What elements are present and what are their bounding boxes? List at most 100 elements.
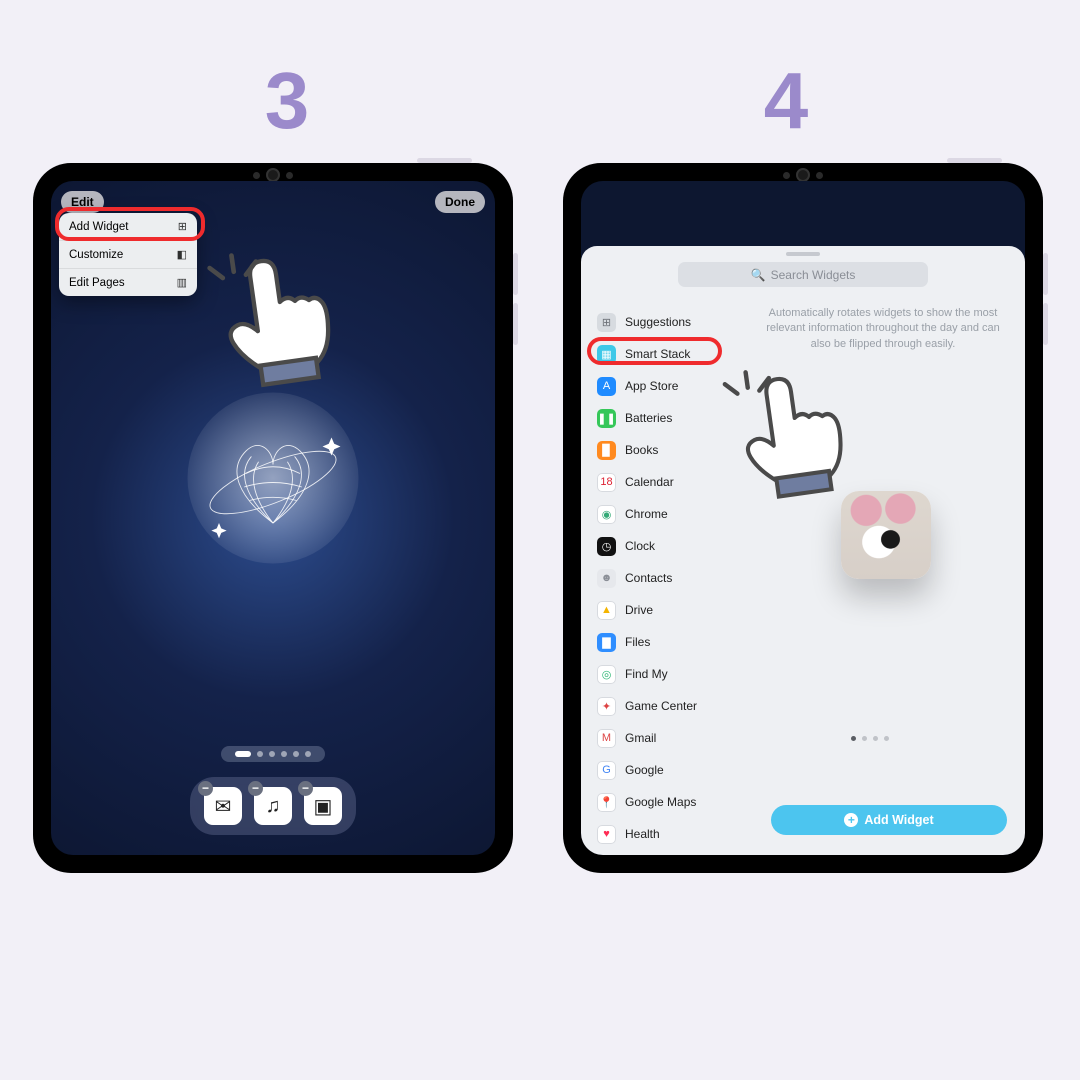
app-row-label: Suggestions — [625, 315, 691, 329]
gmail-icon: M — [597, 729, 616, 748]
files-icon: ▇ — [597, 633, 616, 652]
app-row-label: Find My — [625, 667, 668, 681]
power-button — [417, 158, 472, 163]
clock-icon: ◷ — [597, 537, 616, 556]
menu-edit-pages-label: Edit Pages — [69, 277, 125, 289]
google-maps-icon: 📍 — [597, 793, 616, 812]
app-row-suggestions[interactable]: ⊞ Suggestions — [593, 306, 753, 338]
wallpaper-heart-icon — [183, 388, 363, 568]
home-screen-edit-mode: Edit Done Add Widget ⊞ Customize ◧ Edit … — [51, 181, 495, 855]
app-row-contacts[interactable]: ☻ Contacts — [593, 562, 753, 594]
ipad-step-4: 🔍 Search Widgets Automatically rotates w… — [563, 163, 1043, 873]
app-row-google[interactable]: G Google — [593, 754, 753, 786]
menu-customize-label: Customize — [69, 249, 123, 261]
app-row-label: Smart Stack — [625, 347, 690, 361]
find-my-icon: ◎ — [597, 665, 616, 684]
dock-app-mail[interactable]: −✉ — [204, 787, 242, 825]
app-row-calendar[interactable]: 18 Calendar — [593, 466, 753, 498]
add-widget-button[interactable]: + Add Widget — [771, 805, 1007, 835]
widget-preview-image — [841, 491, 931, 579]
widget-sheet: 🔍 Search Widgets Automatically rotates w… — [581, 246, 1025, 855]
app-row-health[interactable]: ♥ Health — [593, 818, 753, 847]
camera-notch — [783, 168, 823, 182]
app-row-chrome[interactable]: ◉ Chrome — [593, 498, 753, 530]
app-row-label: Drive — [625, 603, 653, 617]
app-row-label: Chrome — [625, 507, 668, 521]
sheet-grabber[interactable] — [786, 252, 820, 256]
batteries-icon: ❚❚ — [597, 409, 616, 428]
app-row-find-my[interactable]: ◎ Find My — [593, 658, 753, 690]
menu-customize[interactable]: Customize ◧ — [59, 241, 197, 269]
app-row-drive[interactable]: ▲ Drive — [593, 594, 753, 626]
app-row-label: Contacts — [625, 571, 672, 585]
menu-edit-pages[interactable]: Edit Pages ▥ — [59, 269, 197, 296]
camera-notch — [253, 168, 293, 182]
edit-context-menu: Add Widget ⊞ Customize ◧ Edit Pages ▥ — [59, 213, 197, 296]
calendar-icon: 18 — [597, 473, 616, 492]
app-row-files[interactable]: ▇ Files — [593, 626, 753, 658]
drive-icon: ▲ — [597, 601, 616, 620]
search-widgets-input[interactable]: 🔍 Search Widgets — [678, 262, 928, 287]
books-icon: ▉ — [597, 441, 616, 460]
dock-app-music[interactable]: −♫ — [254, 787, 292, 825]
customize-icon: ◧ — [177, 248, 187, 261]
chrome-icon: ◉ — [597, 505, 616, 524]
app-row-label: Calendar — [625, 475, 674, 489]
add-widget-icon: ⊞ — [178, 220, 187, 233]
remove-badge-icon[interactable]: − — [298, 781, 313, 796]
widget-preview[interactable] — [841, 491, 931, 579]
step-number-3: 3 — [257, 55, 317, 147]
app-row-label: Files — [625, 635, 650, 649]
app-row-label: Batteries — [625, 411, 672, 425]
search-placeholder: Search Widgets — [771, 268, 856, 282]
page-indicator[interactable] — [221, 746, 325, 762]
widget-gallery-screen: 🔍 Search Widgets Automatically rotates w… — [581, 181, 1025, 855]
plus-icon: + — [844, 813, 858, 827]
app-row-label: Game Center — [625, 699, 697, 713]
app-row-label: App Store — [625, 379, 678, 393]
game-center-icon: ✦ — [597, 697, 616, 716]
app-row-label: Clock — [625, 539, 655, 553]
app-row-clock[interactable]: ◷ Clock — [593, 530, 753, 562]
tap-indicator-hand-icon — [202, 243, 350, 400]
add-widget-label: Add Widget — [864, 813, 933, 827]
volume-down-button — [1043, 303, 1048, 345]
step-number-4: 4 — [756, 55, 816, 147]
remove-badge-icon[interactable]: − — [248, 781, 263, 796]
smart-stack-description: Automatically rotates widgets to show th… — [759, 306, 1007, 352]
app-row-google-maps[interactable]: 📍 Google Maps — [593, 786, 753, 818]
contacts-icon: ☻ — [597, 569, 616, 588]
app-row-gmail[interactable]: M Gmail — [593, 722, 753, 754]
done-button[interactable]: Done — [435, 191, 485, 213]
app-row-label: Google Maps — [625, 795, 696, 809]
dock: −✉ −♫ −▣ — [190, 777, 356, 835]
dock-app-photos[interactable]: −▣ — [304, 787, 342, 825]
ipad-step-3: Edit Done Add Widget ⊞ Customize ◧ Edit … — [33, 163, 513, 873]
power-button — [947, 158, 1002, 163]
app-row-batteries[interactable]: ❚❚ Batteries — [593, 402, 753, 434]
app-row-books[interactable]: ▉ Books — [593, 434, 753, 466]
search-icon: 🔍 — [751, 268, 766, 282]
menu-add-widget[interactable]: Add Widget ⊞ — [59, 213, 197, 241]
volume-down-button — [513, 303, 518, 345]
app-row-label: Google — [625, 763, 664, 777]
google-icon: G — [597, 761, 616, 780]
widget-size-page-dots[interactable] — [851, 736, 889, 741]
volume-up-button — [1043, 253, 1048, 295]
app-row-smart-stack[interactable]: ▦ Smart Stack — [593, 338, 753, 370]
smart-stack-icon: ▦ — [597, 345, 616, 364]
app-store-icon: A — [597, 377, 616, 396]
volume-up-button — [513, 253, 518, 295]
suggestions-icon: ⊞ — [597, 313, 616, 332]
app-row-label: Books — [625, 443, 658, 457]
app-row-game-center[interactable]: ✦ Game Center — [593, 690, 753, 722]
edit-pages-icon: ▥ — [177, 276, 187, 289]
health-icon: ♥ — [597, 825, 616, 844]
remove-badge-icon[interactable]: − — [198, 781, 213, 796]
app-row-label: Health — [625, 827, 660, 841]
menu-add-widget-label: Add Widget — [69, 221, 128, 233]
widget-source-app-list: ⊞ Suggestions ▦ Smart Stack A App Store ❚❚ Batt… — [593, 306, 753, 847]
app-row-label: Gmail — [625, 731, 656, 745]
app-row-app-store[interactable]: A App Store — [593, 370, 753, 402]
edit-button[interactable]: Edit — [61, 191, 104, 213]
